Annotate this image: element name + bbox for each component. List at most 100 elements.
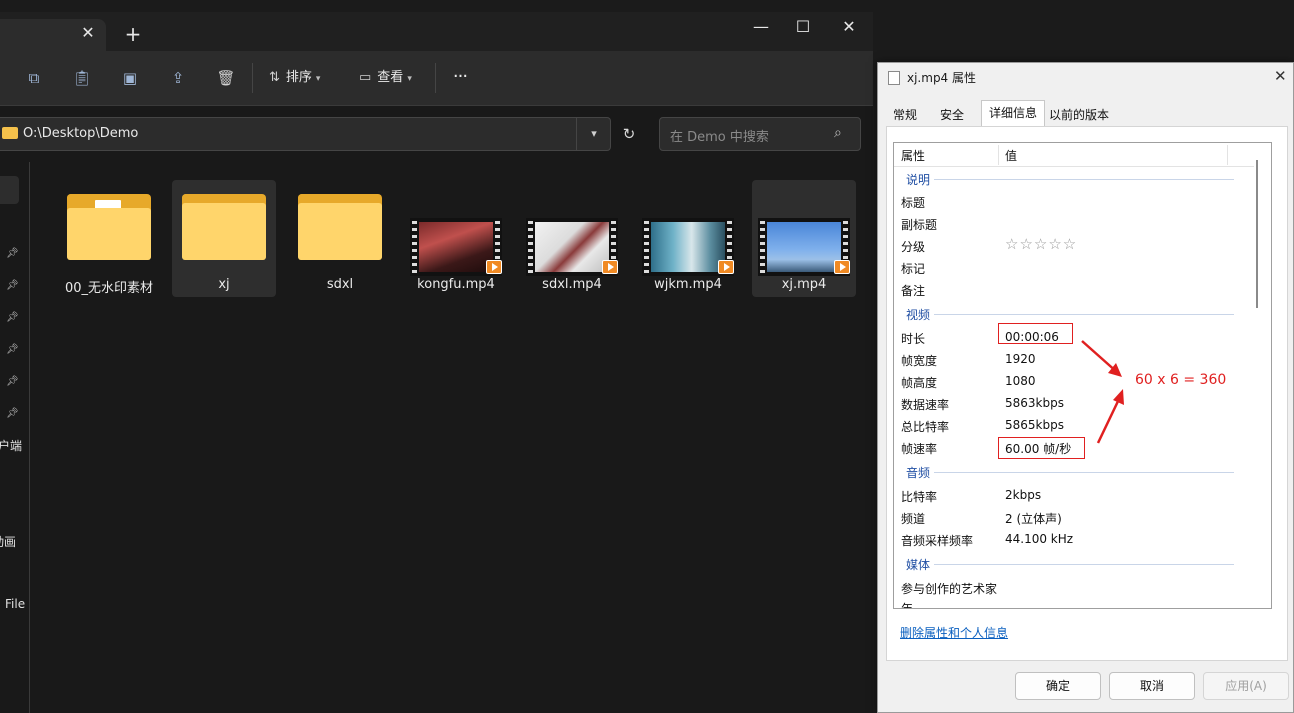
property-value: 5865kbps	[1005, 418, 1064, 432]
nav-item-label[interactable]: 动画	[0, 533, 16, 550]
ok-button[interactable]: 确定	[1015, 672, 1101, 700]
video-item[interactable]: kongfu.mp4	[404, 180, 508, 297]
view-button[interactable]: ▭ 查看 ▾	[359, 67, 412, 89]
pin-icon: 📌︎	[6, 344, 19, 355]
tab-security[interactable]: 安全	[932, 102, 972, 126]
file-name: sdxl	[326, 277, 354, 292]
video-item[interactable]: sdxl.mp4	[520, 180, 624, 297]
group-divider	[934, 314, 1234, 315]
chevron-down-icon: ▾	[407, 74, 412, 84]
property-key: 备注	[901, 284, 926, 298]
column-separator	[1227, 145, 1228, 165]
tab-previous-versions[interactable]: 以前的版本	[1041, 102, 1117, 126]
address-bar[interactable]: O:\Desktop\Demo ▾	[0, 117, 611, 151]
sort-icon: ⇅	[269, 70, 280, 85]
file-name: wjkm.mp4	[654, 277, 722, 292]
property-key: 分级	[901, 240, 926, 254]
property-key: 标记	[901, 262, 926, 276]
share-icon[interactable]: ⇪	[168, 68, 188, 88]
scrollbar-thumb[interactable]	[1256, 160, 1258, 308]
folder-item[interactable]: xj	[172, 180, 276, 297]
property-value: 1920	[1005, 352, 1036, 366]
delete-icon[interactable]: 🗑︎	[216, 68, 236, 88]
video-thumbnail	[410, 218, 502, 276]
property-key: 副标题	[901, 218, 938, 232]
property-value: 2kbps	[1005, 488, 1042, 502]
command-bar: ⧉ 📋︎ ▣ ⇪ 🗑︎ ⇅ 排序 ▾ ▭ 查看 ▾ ···	[0, 51, 873, 106]
paste-icon[interactable]: 📋︎	[72, 68, 92, 88]
file-name: sdxl.mp4	[542, 277, 602, 292]
view-label: 查看	[377, 70, 404, 85]
property-key: 标题	[901, 196, 926, 210]
address-path[interactable]: O:\Desktop\Demo	[23, 126, 138, 141]
sort-button[interactable]: ⇅ 排序 ▾	[269, 67, 320, 89]
property-key: 时长	[901, 332, 926, 346]
video-thumbnail	[758, 218, 850, 276]
video-thumbnail	[642, 218, 734, 276]
rating-stars[interactable]: ☆☆☆☆☆	[1005, 235, 1077, 253]
property-key: 频道	[901, 512, 926, 526]
folder-icon	[298, 194, 382, 260]
arrow-line	[1096, 396, 1122, 444]
tab-general[interactable]: 常规	[885, 102, 925, 126]
more-options-button[interactable]: ···	[450, 65, 470, 89]
remove-properties-link[interactable]: 删除属性和个人信息	[900, 624, 1008, 641]
pin-icon: 📌︎	[6, 408, 19, 419]
nav-item-label[interactable]: File	[5, 597, 27, 611]
cancel-button[interactable]: 取消	[1109, 672, 1195, 700]
play-badge-icon	[486, 260, 502, 274]
video-item[interactable]: xj.mp4	[752, 180, 856, 297]
address-history-dropdown[interactable]: ▾	[576, 118, 611, 150]
folder-item[interactable]: sdxl	[288, 180, 392, 297]
search-box[interactable]: 在 Demo 中搜索 ⌕	[659, 117, 861, 151]
play-badge-icon	[834, 260, 850, 274]
file-name: kongfu.mp4	[417, 277, 495, 292]
nav-selected-item[interactable]	[0, 176, 19, 204]
column-header-value[interactable]: 值	[1005, 147, 1017, 164]
close-window-button[interactable]: ✕	[834, 16, 864, 38]
toolbar-separator	[252, 63, 253, 93]
maximize-button[interactable]: ☐	[788, 16, 818, 38]
property-value: 1080	[1005, 374, 1036, 388]
column-separator	[998, 145, 999, 165]
tab-close-icon[interactable]: ✕	[80, 25, 96, 41]
property-key: 比特率	[901, 490, 938, 504]
file-icon	[888, 71, 900, 85]
property-key: 参与创作的艺术家	[901, 582, 998, 596]
dialog-title: xj.mp4 属性	[907, 71, 977, 85]
new-tab-icon[interactable]: +	[124, 24, 142, 44]
highlight-box-duration	[998, 323, 1073, 344]
property-key: 总比特率	[901, 420, 950, 434]
property-key: 年	[901, 602, 914, 609]
nav-item-label[interactable]: 客户端	[0, 437, 22, 454]
explorer-tab[interactable]: ✕	[0, 19, 106, 51]
view-icon: ▭	[359, 70, 372, 85]
video-thumbnail	[526, 218, 618, 276]
property-value: 44.100 kHz	[1005, 532, 1074, 546]
video-item[interactable]: wjkm.mp4	[636, 180, 740, 297]
column-header-property[interactable]: 属性	[901, 147, 925, 164]
file-name: 00_无水印素材	[64, 281, 154, 296]
group-header-media: 媒体	[906, 558, 931, 572]
group-divider	[934, 179, 1234, 180]
file-name: xj	[218, 277, 230, 292]
folder-icon	[2, 127, 18, 139]
play-badge-icon	[602, 260, 618, 274]
file-name: xj.mp4	[781, 277, 827, 292]
group-divider	[934, 472, 1234, 473]
folder-item[interactable]: 00_无水印素材	[57, 180, 161, 297]
refresh-icon[interactable]: ↻	[619, 124, 639, 144]
apply-button[interactable]: 应用(A)	[1203, 672, 1289, 700]
group-header-video: 视频	[906, 308, 931, 322]
annotation-arrows	[1081, 340, 1124, 444]
property-value: 2 (立体声)	[1005, 512, 1062, 526]
copy-icon[interactable]: ⧉	[24, 68, 44, 88]
minimize-button[interactable]: —	[746, 16, 776, 38]
chevron-down-icon: ▾	[315, 74, 321, 84]
property-value: 5863kbps	[1005, 396, 1064, 410]
rename-icon[interactable]: ▣	[120, 68, 140, 88]
close-icon[interactable]: ✕	[1274, 67, 1287, 85]
tab-details[interactable]: 详细信息	[981, 100, 1046, 127]
navigation-pane: 📌︎ 📌︎ 📌︎ 📌︎ 📌︎ 📌︎ 客户端 动画 File	[0, 162, 30, 713]
play-badge-icon	[718, 260, 734, 274]
